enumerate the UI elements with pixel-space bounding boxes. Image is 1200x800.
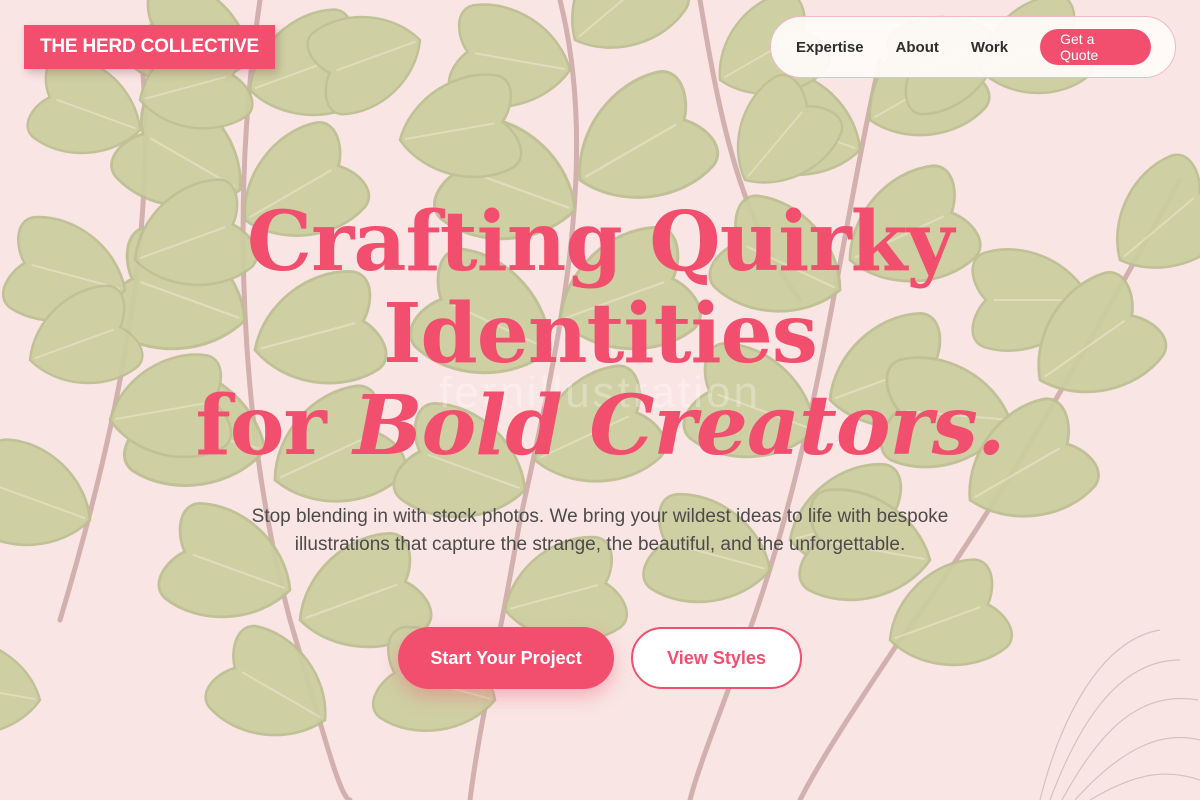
nav-link-about[interactable]: About — [896, 39, 939, 56]
brand-logo[interactable]: THE HERD COLLECTIVE — [24, 25, 275, 69]
start-your-project-button[interactable]: Start Your Project — [398, 627, 614, 689]
hero-subcopy: Stop blending in with stock photos. We b… — [251, 506, 949, 555]
view-styles-button[interactable]: View Styles — [631, 627, 802, 689]
hero-headline: Crafting Quirky Identities for Bold Crea… — [0, 196, 1200, 472]
headline-line-2: Identities — [383, 286, 818, 382]
nav-link-expertise[interactable]: Expertise — [796, 39, 864, 56]
main-navigation: Expertise About Work Get a Quote — [770, 16, 1176, 78]
get-a-quote-button[interactable]: Get a Quote — [1040, 29, 1151, 65]
headline-line-3: for Bold Creators. — [0, 380, 1200, 472]
headline-line-3-prefix: for — [195, 378, 326, 474]
headline-line-3-italic: Bold Creators. — [353, 378, 1005, 474]
nav-link-work[interactable]: Work — [971, 39, 1008, 56]
headline-line-1: Crafting Quirky — [246, 194, 954, 290]
